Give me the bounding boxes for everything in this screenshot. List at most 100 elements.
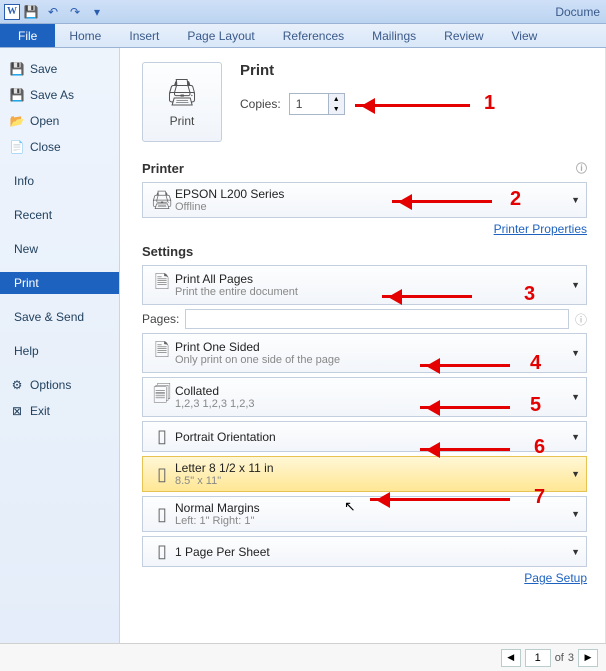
collate-icon: 🗐 [149, 382, 175, 412]
ribbon-tabs: File Home Insert Page Layout References … [0, 24, 606, 48]
tab-insert[interactable]: Insert [115, 24, 173, 47]
sidebar-item-options[interactable]: ⚙ Options [0, 374, 119, 396]
printer-heading: Printer ⓘ [142, 160, 587, 176]
printer-status: Offline [175, 201, 580, 213]
chevron-down-icon: ▼ [571, 432, 580, 442]
info-icon[interactable]: ⓘ [576, 160, 587, 176]
copies-increment[interactable]: ▲ [328, 94, 344, 104]
page-icon: ▯ [149, 464, 175, 485]
sidebar-item-help[interactable]: Help [0, 340, 119, 362]
copies-value: 1 [296, 97, 303, 111]
current-page-input[interactable] [525, 649, 551, 667]
tab-home[interactable]: Home [55, 24, 115, 47]
sidebar-item-label: Options [30, 378, 71, 392]
sidebar-item-save-as[interactable]: 💾 Save As [0, 84, 119, 106]
margins-icon: ▯ [149, 504, 175, 525]
sidebar-item-label: Close [30, 140, 61, 154]
margins-selector[interactable]: ▯ Normal Margins Left: 1" Right: 1" ▼ [142, 496, 587, 532]
save-icon: 💾 [10, 62, 24, 76]
pages-per-sheet-selector[interactable]: ▯ 1 Page Per Sheet ▼ [142, 536, 587, 567]
annotation-arrow [370, 498, 510, 501]
backstage-sidebar: 💾 Save 💾 Save As 📂 Open 📄 Close Info Rec… [0, 48, 120, 643]
annotation-arrow [420, 364, 510, 367]
sidebar-item-info[interactable]: Info [0, 170, 119, 192]
sidebar-item-label: Help [14, 344, 39, 358]
tab-view[interactable]: View [498, 24, 552, 47]
sidebar-item-save-send[interactable]: Save & Send [0, 306, 119, 328]
sidebar-item-label: Recent [14, 208, 52, 222]
qat-undo-icon[interactable]: ↶ [42, 2, 64, 22]
qat-redo-icon[interactable]: ↷ [64, 2, 86, 22]
tab-page-layout[interactable]: Page Layout [173, 24, 268, 47]
tab-file[interactable]: File [0, 24, 55, 47]
sidebar-item-exit[interactable]: ⊠ Exit [0, 400, 119, 422]
sidebar-item-label: New [14, 242, 38, 256]
pages-input[interactable] [185, 309, 569, 329]
save-as-icon: 💾 [10, 88, 24, 102]
printer-selector[interactable]: 🖨 EPSON L200 Series Offline ▼ [142, 182, 587, 218]
annotation-arrow [392, 200, 492, 203]
sheet-icon: ▯ [149, 541, 175, 562]
sidebar-item-new[interactable]: New [0, 238, 119, 260]
sidebar-item-label: Print [14, 276, 39, 290]
word-app-icon: W [4, 4, 20, 20]
chevron-down-icon: ▼ [571, 280, 580, 290]
chevron-down-icon: ▼ [571, 547, 580, 557]
tab-review[interactable]: Review [430, 24, 497, 47]
sidebar-item-print[interactable]: Print [0, 272, 119, 294]
chevron-down-icon: ▼ [571, 392, 580, 402]
page-icon: 🗎 [149, 338, 175, 368]
prev-page-button[interactable]: ◀ [501, 649, 521, 667]
sidebar-item-label: Save & Send [14, 310, 84, 324]
copies-label: Copies: [240, 97, 281, 111]
printer-device-icon: 🖨 [149, 190, 175, 211]
close-icon: 📄 [10, 140, 24, 154]
pages-label: Pages: [142, 312, 179, 326]
exit-icon: ⊠ [10, 404, 24, 418]
annotation-arrow [420, 406, 510, 409]
paper-size-selector[interactable]: ▯ Letter 8 1/2 x 11 in 8.5" x 11" ▼ [142, 456, 587, 492]
tab-mailings[interactable]: Mailings [358, 24, 430, 47]
tab-references[interactable]: References [269, 24, 358, 47]
page-setup-link[interactable]: Page Setup [524, 571, 587, 585]
annotation-arrow [382, 295, 472, 298]
quick-access-toolbar: W 💾 ↶ ↷ ▾ Docume [0, 0, 606, 24]
sidebar-item-label: Save As [30, 88, 74, 102]
annotation-arrow [420, 448, 510, 451]
sidebar-item-open[interactable]: 📂 Open [0, 110, 119, 132]
next-page-button[interactable]: ▶ [578, 649, 598, 667]
collation-selector[interactable]: 🗐 Collated 1,2,3 1,2,3 1,2,3 ▼ [142, 377, 587, 417]
printer-name: EPSON L200 Series [175, 187, 580, 201]
copies-decrement[interactable]: ▼ [328, 104, 344, 114]
chevron-down-icon: ▼ [571, 348, 580, 358]
sidebar-item-label: Save [30, 62, 57, 76]
qat-customize-icon[interactable]: ▾ [86, 2, 108, 22]
chevron-down-icon: ▼ [571, 195, 580, 205]
print-button[interactable]: 🖨 Print [142, 62, 222, 142]
sidebar-item-label: Open [30, 114, 59, 128]
chevron-down-icon: ▼ [571, 469, 580, 479]
portrait-icon: ▯ [149, 426, 175, 447]
annotation-arrow [355, 104, 470, 107]
settings-heading: Settings [142, 244, 587, 259]
sidebar-item-save[interactable]: 💾 Save [0, 58, 119, 80]
sidebar-item-label: Exit [30, 404, 50, 418]
printer-properties-link[interactable]: Printer Properties [494, 222, 587, 236]
print-button-label: Print [170, 114, 195, 128]
page-total: 3 [568, 652, 574, 664]
printer-icon: 🖨 [165, 77, 198, 108]
info-icon[interactable]: ⓘ [575, 311, 587, 328]
sidebar-item-label: Info [14, 174, 34, 188]
print-range-selector[interactable]: 🗎 Print All Pages Print the entire docum… [142, 265, 587, 305]
document-icon: 🗎 [149, 270, 175, 300]
copies-spinner[interactable]: 1 ▲ ▼ [289, 93, 345, 115]
chevron-down-icon: ▼ [571, 509, 580, 519]
sidebar-item-recent[interactable]: Recent [0, 204, 119, 226]
qat-save-icon[interactable]: 💾 [20, 2, 42, 22]
print-heading: Print [240, 62, 345, 79]
sidebar-item-close[interactable]: 📄 Close [0, 136, 119, 158]
open-icon: 📂 [10, 114, 24, 128]
options-icon: ⚙ [10, 378, 24, 392]
orientation-selector[interactable]: ▯ Portrait Orientation ▼ [142, 421, 587, 452]
sides-selector[interactable]: 🗎 Print One Sided Only print on one side… [142, 333, 587, 373]
